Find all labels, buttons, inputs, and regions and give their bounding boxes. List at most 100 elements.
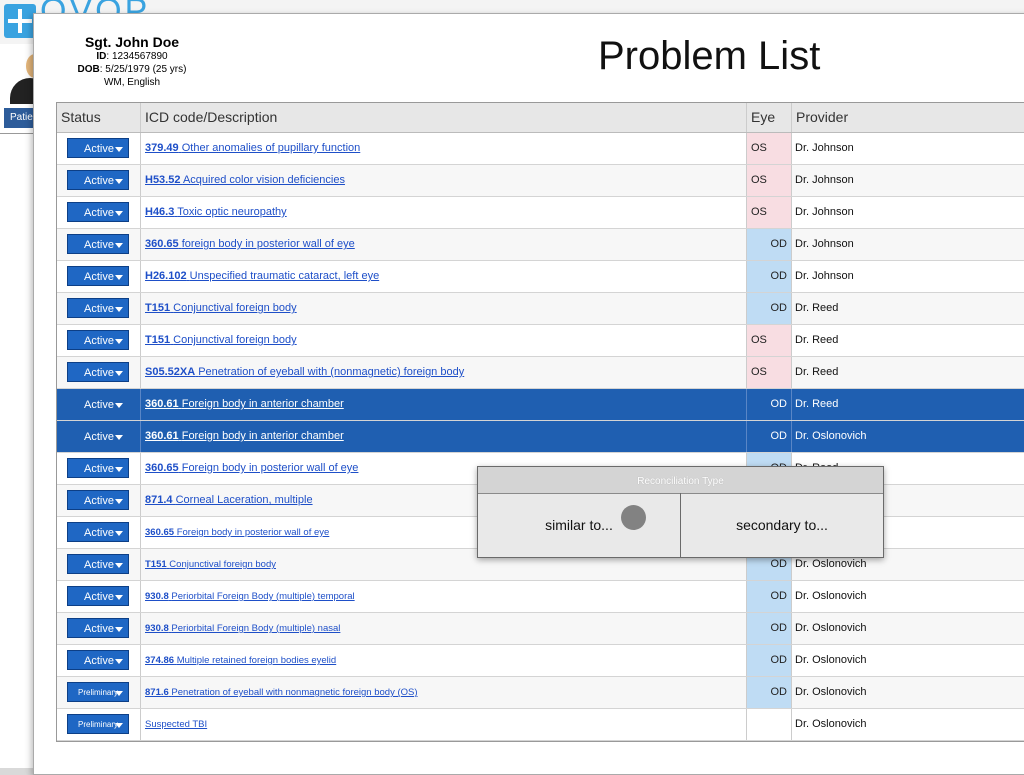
status-dropdown[interactable]: Active [67, 650, 129, 670]
icd-description: Multiple retained foreign bodies eyelid [176, 655, 337, 666]
diagnosis-link[interactable]: 374.86 Multiple retained foreign bodies … [145, 645, 336, 676]
table-row[interactable]: Preliminary Suspected TBI Dr. Oslonovich [57, 709, 1024, 741]
eye-cell: OD [747, 293, 792, 324]
status-cell: Active [57, 613, 141, 644]
diagnosis-link[interactable]: 379.49 Other anomalies of pupillary func… [145, 133, 360, 164]
provider-cell: Dr. Johnson [795, 238, 854, 250]
table-row[interactable]: Active H53.52 Acquired color vision defic… [57, 165, 1024, 197]
diagnosis-link[interactable]: 930.8 Periorbital Foreign Body (multiple… [145, 581, 355, 612]
status-dropdown[interactable]: Active [67, 618, 129, 638]
diagnosis-link[interactable]: Suspected TBI [145, 709, 207, 740]
patient-name: Sgt. John Doe [84, 34, 180, 50]
diagnosis-link[interactable]: 871.4 Corneal Laceration, multiple [145, 485, 313, 516]
patient-dob: DOB: 5/25/1979 (25 yrs) [77, 64, 187, 75]
header-icd[interactable]: ICD code/Description [141, 103, 747, 132]
diagnosis-link[interactable]: 360.65 Foreign body in posterior wall of… [145, 517, 329, 548]
header-eye[interactable]: Eye [747, 103, 792, 132]
divider [0, 133, 34, 134]
icd-description: Conjunctival foreign body [169, 559, 276, 570]
status-dropdown[interactable]: Active [67, 426, 129, 446]
table-row[interactable]: Active S05.52XA Penetration of eyeball wi… [57, 357, 1024, 389]
header-status[interactable]: Status [57, 103, 141, 132]
status-dropdown[interactable]: Active [67, 522, 129, 542]
provider-cell: Dr. Johnson [795, 206, 854, 218]
chevron-down-icon [115, 243, 123, 248]
diagnosis-link[interactable]: 930.8 Periorbital Foreign Body (multiple… [145, 613, 340, 644]
table-row[interactable]: Active 930.8 Periorbital Foreign Body (mu… [57, 581, 1024, 613]
status-dropdown[interactable]: Active [67, 170, 129, 190]
status-dropdown[interactable]: Active [67, 554, 129, 574]
icd-code: H26.102 [145, 270, 187, 282]
icd-cell: 930.8 Periorbital Foreign Body (multiple… [141, 581, 747, 612]
diagnosis-link[interactable]: 360.61 Foreign body in anterior chamber [145, 389, 344, 420]
diagnosis-link[interactable]: H46.3 Toxic optic neuropathy [145, 197, 287, 228]
diagnosis-link[interactable]: T151 Conjunctival foreign body [145, 325, 297, 356]
status-label: Active [84, 463, 114, 475]
header-provider[interactable]: Provider [792, 103, 1024, 132]
diagnosis-link[interactable]: S05.52XA Penetration of eyeball with (no… [145, 357, 464, 388]
chevron-down-icon [115, 435, 123, 440]
icd-description: Foreign body in anterior chamber [181, 398, 344, 410]
icd-description: Acquired color vision deficiencies [182, 174, 345, 186]
status-label: Preliminary [78, 688, 119, 697]
diagnosis-link[interactable]: H53.52 Acquired color vision deficiencie… [145, 165, 345, 196]
table-row[interactable]: Active 360.65 foreign body in posterior w… [57, 229, 1024, 261]
status-dropdown[interactable]: Active [67, 298, 129, 318]
diagnosis-link[interactable]: T151 Conjunctival foreign body [145, 549, 276, 580]
table-row[interactable]: Active 374.86 Multiple retained foreign b… [57, 645, 1024, 677]
status-label: Active [84, 623, 114, 635]
icd-code: 360.65 [145, 527, 175, 538]
icd-cell: T151 Conjunctival foreign body [141, 325, 747, 356]
status-dropdown[interactable]: Active [67, 362, 129, 382]
status-cell: Active [57, 261, 141, 292]
table-row[interactable]: Active H26.102 Unspecified traumatic cata… [57, 261, 1024, 293]
table-row[interactable]: Active 360.61 Foreign body in anterior ch… [57, 389, 1024, 421]
diagnosis-link[interactable]: 360.61 Foreign body in anterior chamber [145, 421, 344, 452]
eye-cell: OD [747, 229, 792, 260]
icd-code: T151 [145, 334, 171, 346]
chevron-down-icon [115, 467, 123, 472]
table-row[interactable]: Active 379.49 Other anomalies of pupillar… [57, 133, 1024, 165]
icd-description: Penetration of eyeball with nonmagnetic … [171, 687, 418, 698]
status-cell: Active [57, 421, 141, 452]
status-dropdown[interactable]: Active [67, 490, 129, 510]
status-label: Active [84, 175, 114, 187]
status-dropdown[interactable]: Active [67, 586, 129, 606]
status-cell: Active [57, 325, 141, 356]
icd-code: 930.8 [145, 591, 169, 602]
diagnosis-link[interactable]: 871.6 Penetration of eyeball with nonmag… [145, 677, 418, 708]
icd-description: Conjunctival foreign body [173, 334, 297, 346]
table-row[interactable]: Active 360.61 Foreign body in anterior ch… [57, 421, 1024, 453]
status-dropdown[interactable]: Active [67, 330, 129, 350]
status-cell: Active [57, 645, 141, 676]
icd-code: T151 [145, 302, 171, 314]
status-cell: Active [57, 165, 141, 196]
status-dropdown[interactable]: Active [67, 234, 129, 254]
diagnosis-link[interactable]: T151 Conjunctival foreign body [145, 293, 297, 324]
status-cell: Active [57, 133, 141, 164]
status-dropdown[interactable]: Active [67, 458, 129, 478]
table-row[interactable]: Active T151 Conjunctival foreign body OD Dr… [57, 293, 1024, 325]
diagnosis-link[interactable]: 360.65 Foreign body in posterior wall of… [145, 453, 358, 484]
status-dropdown[interactable]: Active [67, 202, 129, 222]
status-dropdown[interactable]: Active [67, 138, 129, 158]
status-dropdown[interactable]: Preliminary [67, 682, 129, 702]
status-dropdown[interactable]: Preliminary [67, 714, 129, 734]
table-row[interactable]: Active 930.8 Periorbital Foreign Body (mu… [57, 613, 1024, 645]
table-row[interactable]: Preliminary 871.6 Penetration of eyeball … [57, 677, 1024, 709]
table-row[interactable]: Active T151 Conjunctival foreign body OS Dr… [57, 325, 1024, 357]
diagnosis-link[interactable]: H26.102 Unspecified traumatic cataract, … [145, 261, 379, 292]
chevron-down-icon [115, 147, 123, 152]
app-logo-icon [4, 4, 36, 38]
secondary-to-button[interactable]: secondary to... [681, 493, 883, 557]
provider-cell: Dr. Reed [795, 302, 839, 314]
similar-to-button[interactable]: similar to... [478, 493, 681, 557]
status-label: Active [84, 399, 114, 411]
diagnosis-link[interactable]: 360.65 foreign body in posterior wall of… [145, 229, 355, 260]
icd-code: 360.65 [145, 462, 179, 474]
status-dropdown[interactable]: Active [67, 266, 129, 286]
provider-cell: Dr. Oslonovich [795, 718, 867, 730]
status-dropdown[interactable]: Active [67, 394, 129, 414]
popup-title: Reconciliation Type [478, 467, 883, 494]
table-row[interactable]: Active H46.3 Toxic optic neuropathy OS Dr. … [57, 197, 1024, 229]
